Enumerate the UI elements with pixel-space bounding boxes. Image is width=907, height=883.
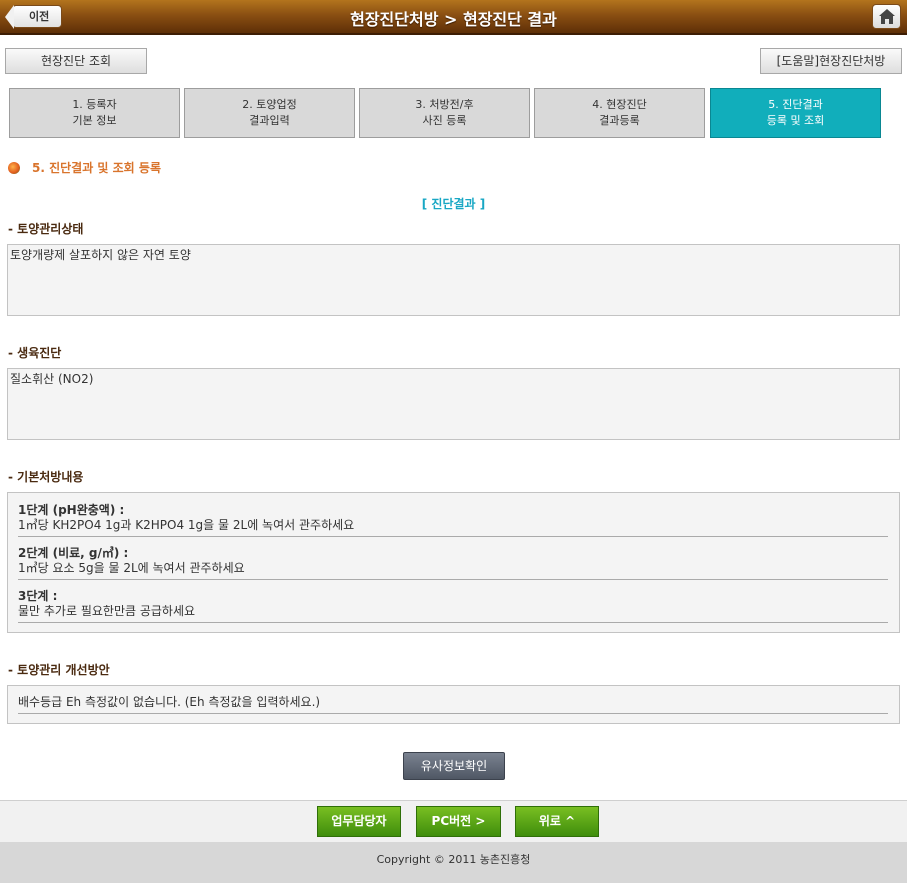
prescription-step-3-title: 3단계 :	[18, 589, 58, 603]
bullet-icon	[8, 162, 20, 174]
top-bar: 이전 현장진단처방 > 현장진단 결과	[0, 0, 907, 35]
footer-copyright: Copyright © 2011 농촌진흥청	[0, 842, 907, 883]
field-diagnosis-query-button[interactable]: 현장진단 조회	[5, 48, 147, 74]
prescription-step-1-text: 1㎥당 KH2PO4 1g과 K2HPO4 1g을 물 2L에 녹여서 관주하세…	[18, 518, 355, 532]
prescription-step-2-text: 1㎥당 요소 5g을 물 2L에 녹여서 관주하세요	[18, 561, 245, 575]
basic-prescription-box: 1단계 (pH완충액) : 1㎥당 KH2PO4 1g과 K2HPO4 1g을 …	[7, 492, 900, 633]
pc-version-button[interactable]: PC버전 >	[416, 806, 501, 837]
step-tab-5-line2: 등록 및 조회	[766, 114, 825, 127]
step-tab-2-line2: 결과입력	[249, 114, 290, 127]
step-tab-5-line1: 5. 진단결과	[768, 98, 823, 111]
step-tab-2-line1: 2. 토양업정	[242, 98, 297, 111]
prescription-step-2-title: 2단계 (비료, g/㎥) :	[18, 546, 129, 560]
step-tab-3-line1: 3. 처방전/후	[415, 98, 474, 111]
result-heading: [ 진단결과 ]	[421, 197, 486, 211]
growth-diagnosis-label: - 생육진단	[8, 346, 62, 360]
soil-status-box: 토양개량제 살포하지 않은 자연 토양	[7, 244, 900, 316]
manager-button[interactable]: 업무담당자	[317, 806, 401, 837]
home-icon	[879, 9, 895, 24]
step-tab-3[interactable]: 3. 처방전/후 사진 등록	[359, 88, 530, 138]
prescription-step-1: 1단계 (pH완충액) : 1㎥당 KH2PO4 1g과 K2HPO4 1g을 …	[18, 502, 888, 537]
page-title: 현장진단처방 > 현장진단 결과	[350, 10, 557, 29]
growth-diagnosis-box: 질소휘산 (NO2)	[7, 368, 900, 440]
section-title: 5. 진단결과 및 조회 등록	[8, 159, 161, 176]
prescription-step-1-title: 1단계 (pH완충액) :	[18, 503, 125, 517]
step-tab-3-line2: 사진 등록	[422, 114, 467, 127]
step-tab-5[interactable]: 5. 진단결과 등록 및 조회	[710, 88, 881, 138]
step-tab-1-line1: 1. 등록자	[72, 98, 117, 111]
home-button[interactable]	[872, 4, 901, 29]
prescription-step-3: 3단계 : 물만 추가로 필요한만큼 공급하세요	[18, 588, 888, 623]
similar-info-button[interactable]: 유사정보확인	[403, 752, 505, 780]
soil-status-value: 토양개량제 살포하지 않은 자연 토양	[10, 248, 191, 262]
scroll-top-button[interactable]: 위로 ^	[515, 806, 599, 837]
step-tab-2[interactable]: 2. 토양업정 결과입력	[184, 88, 355, 138]
step-tab-1-line2: 기본 정보	[72, 114, 117, 127]
improvement-box: 배수등급 Eh 측정값이 없습니다. (Eh 측정값을 입력하세요.)	[7, 685, 900, 724]
step-tab-4[interactable]: 4. 현장진단 결과등록	[534, 88, 705, 138]
help-button[interactable]: [도움말]현장진단처방	[760, 48, 902, 74]
step-tab-1[interactable]: 1. 등록자 기본 정보	[9, 88, 180, 138]
improvement-value: 배수등급 Eh 측정값이 없습니다. (Eh 측정값을 입력하세요.)	[18, 695, 321, 709]
step-tab-4-line1: 4. 현장진단	[592, 98, 647, 111]
basic-prescription-label: - 기본처방내용	[8, 470, 84, 484]
growth-diagnosis-value: 질소휘산 (NO2)	[10, 372, 94, 386]
prescription-step-2: 2단계 (비료, g/㎥) : 1㎥당 요소 5g을 물 2L에 녹여서 관주하…	[18, 545, 888, 580]
improvement-item: 배수등급 Eh 측정값이 없습니다. (Eh 측정값을 입력하세요.)	[18, 695, 888, 714]
section-title-text: 5. 진단결과 및 조회 등록	[32, 161, 161, 175]
soil-status-label: - 토양관리상태	[8, 222, 84, 236]
step-tab-4-line2: 결과등록	[599, 114, 640, 127]
prescription-step-3-text: 물만 추가로 필요한만큼 공급하세요	[18, 604, 196, 618]
improvement-label: - 토양관리 개선방안	[8, 663, 110, 677]
